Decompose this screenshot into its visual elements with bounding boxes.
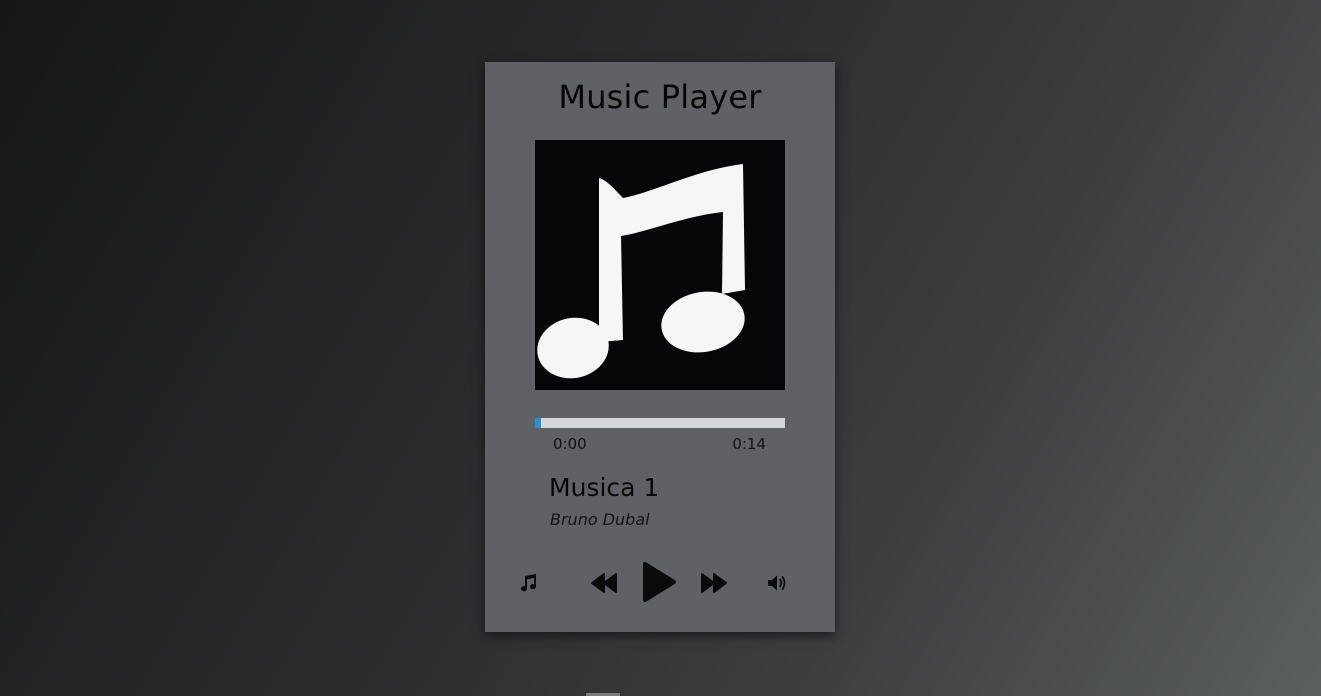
- fast-forward-icon: [701, 573, 727, 593]
- volume-icon: [768, 575, 786, 591]
- playlist-button[interactable]: [515, 570, 541, 596]
- total-duration: 0:14: [732, 435, 766, 453]
- previous-button[interactable]: [589, 568, 619, 598]
- page-title: Music Player: [558, 78, 762, 116]
- progress-bar-fill: [535, 418, 542, 428]
- music-note-artwork: [535, 140, 785, 390]
- music-player-card: Music Player 0:00 0:14 Musica 1 Bruno Du…: [485, 62, 835, 632]
- music-note-icon: [521, 574, 537, 592]
- play-icon: [643, 562, 676, 602]
- current-time: 0:00: [553, 435, 587, 453]
- next-button[interactable]: [699, 568, 729, 598]
- volume-button[interactable]: [764, 570, 790, 596]
- song-title: Musica 1: [549, 473, 660, 502]
- rewind-icon: [591, 573, 617, 593]
- progress-bar[interactable]: [535, 418, 785, 428]
- song-artist: Bruno Dubal: [550, 510, 650, 529]
- album-cover: [535, 140, 785, 390]
- play-button[interactable]: [639, 560, 679, 604]
